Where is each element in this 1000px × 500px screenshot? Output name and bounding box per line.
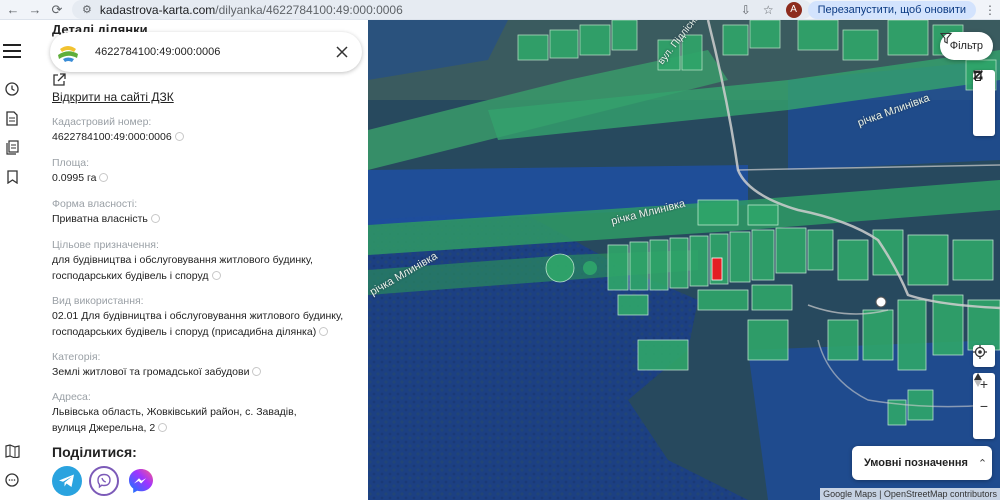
usage-type-field: Вид використання: 02.01 Для будівництва …	[52, 294, 348, 340]
history-clock-icon[interactable]	[3, 80, 21, 98]
reload-icon[interactable]: ⟳	[48, 1, 66, 19]
zoom-control: + −	[973, 373, 995, 439]
map-canvas[interactable]	[368, 20, 1000, 500]
messenger-icon[interactable]	[126, 466, 156, 496]
draw-polygon-icon[interactable]	[973, 70, 995, 114]
field-label: Площа:	[52, 157, 90, 169]
back-arrow-icon[interactable]: ←	[4, 1, 22, 19]
telegram-icon[interactable]	[52, 466, 82, 496]
document-icon[interactable]	[3, 109, 21, 127]
cadastral-number-field: Кадастровий номер: 4622784100:49:000:000…	[52, 115, 352, 145]
open-dzk-link[interactable]: Відкрити на сайті ДЗК	[52, 90, 174, 104]
profile-avatar[interactable]: A	[785, 1, 802, 18]
filter-button[interactable]: Фільтр	[939, 32, 993, 60]
viber-icon[interactable]	[89, 466, 119, 496]
documents-icon[interactable]	[3, 138, 21, 156]
field-label: Категорія:	[52, 351, 101, 363]
copy-icon[interactable]	[174, 132, 184, 141]
url-path: /dilyanka/4622784100:49:000:0006	[215, 2, 403, 17]
copy-icon[interactable]	[252, 367, 262, 376]
kebab-menu-icon[interactable]: ⋮	[984, 3, 996, 17]
external-link-icon[interactable]	[52, 73, 66, 87]
copy-icon[interactable]	[150, 214, 160, 223]
left-rail	[0, 20, 24, 500]
draw-toolbar	[973, 70, 995, 136]
url-host: kadastrova-karta.com	[99, 2, 216, 17]
forward-arrow-icon[interactable]: →	[26, 1, 44, 19]
purpose-field: Цільове призначення: для будівництва і о…	[52, 238, 322, 284]
field-value: Землі житлової та громадської забудови	[52, 366, 250, 378]
search-input[interactable]: 4622784100:49:000:0006	[95, 46, 332, 58]
share-title: Поділитися:	[52, 444, 137, 460]
copy-icon[interactable]	[158, 423, 168, 432]
copy-icon[interactable]	[319, 327, 329, 336]
field-label: Цільове призначення:	[52, 239, 159, 251]
category-field: Категорія: Землі житлової та громадської…	[52, 350, 352, 380]
map-attribution[interactable]: Google Maps | OpenStreetMap contributors	[820, 488, 1000, 500]
area-field: Площа: 0.0995 га	[52, 156, 352, 186]
chevron-up-icon: ⌃	[977, 457, 988, 470]
field-value: Приватна власність	[52, 213, 148, 225]
hamburger-menu-icon[interactable]	[3, 42, 21, 60]
copy-icon[interactable]	[211, 271, 221, 280]
chat-icon[interactable]	[3, 471, 21, 489]
restart-to-update-button[interactable]: Перезапустити, щоб оновити	[807, 0, 976, 19]
filter-label: Фільтр	[949, 40, 983, 52]
install-icon[interactable]: ⇩	[741, 3, 751, 17]
my-location-icon[interactable]	[973, 345, 995, 367]
site-logo-icon	[55, 39, 81, 65]
bookmark-icon[interactable]	[3, 168, 21, 186]
map-icon[interactable]	[3, 442, 21, 460]
site-info-icon[interactable]: ⚙	[82, 3, 92, 16]
parcel-details-panel: Деталі ділянки 4622784100:49:000:0006 Ві…	[24, 20, 368, 500]
field-label: Кадастровий номер:	[52, 116, 152, 128]
address-field: Адреса: Львівська область, Жовківський р…	[52, 390, 332, 436]
bookmark-star-icon[interactable]: ☆	[763, 3, 774, 17]
field-value: Львівська область, Жовківський район, с.…	[52, 406, 297, 434]
copy-icon[interactable]	[99, 173, 109, 182]
trash-icon[interactable]	[973, 70, 995, 136]
field-value: 4622784100:49:000:0006	[52, 131, 172, 143]
filter-icon	[939, 32, 952, 44]
field-label: Адреса:	[52, 391, 91, 403]
legend-button[interactable]: Умовні позначення ⌃	[852, 446, 992, 480]
selected-parcel[interactable]	[711, 257, 723, 281]
compass-north-icon[interactable]	[973, 373, 995, 439]
field-value: для будівництва і обслуговування житлово…	[52, 254, 313, 282]
field-label: Форма власності:	[52, 198, 138, 210]
ownership-field: Форма власності: Приватна власність	[52, 197, 352, 227]
legend-label: Умовні позначення	[864, 457, 968, 469]
zoom-out-button[interactable]: −	[973, 395, 995, 417]
browser-toolbar: ← → ⟳ ⚙ kadastrova-karta.com/dilyanka/46…	[0, 0, 1000, 20]
share-buttons	[52, 466, 156, 496]
field-value: 02.01 Для будівництва і обслуговування ж…	[52, 310, 344, 338]
poi-marker-icon[interactable]	[875, 296, 887, 308]
close-icon[interactable]	[332, 42, 352, 62]
field-value: 0.0995 га	[52, 172, 97, 184]
cadastral-map[interactable]: вул. Підлісна річка Млинівка річка Млині…	[368, 20, 1000, 500]
search-field[interactable]: 4622784100:49:000:0006	[50, 32, 362, 72]
address-bar[interactable]: ⚙ kadastrova-karta.com/dilyanka/46227841…	[72, 0, 812, 19]
field-label: Вид використання:	[52, 295, 144, 307]
